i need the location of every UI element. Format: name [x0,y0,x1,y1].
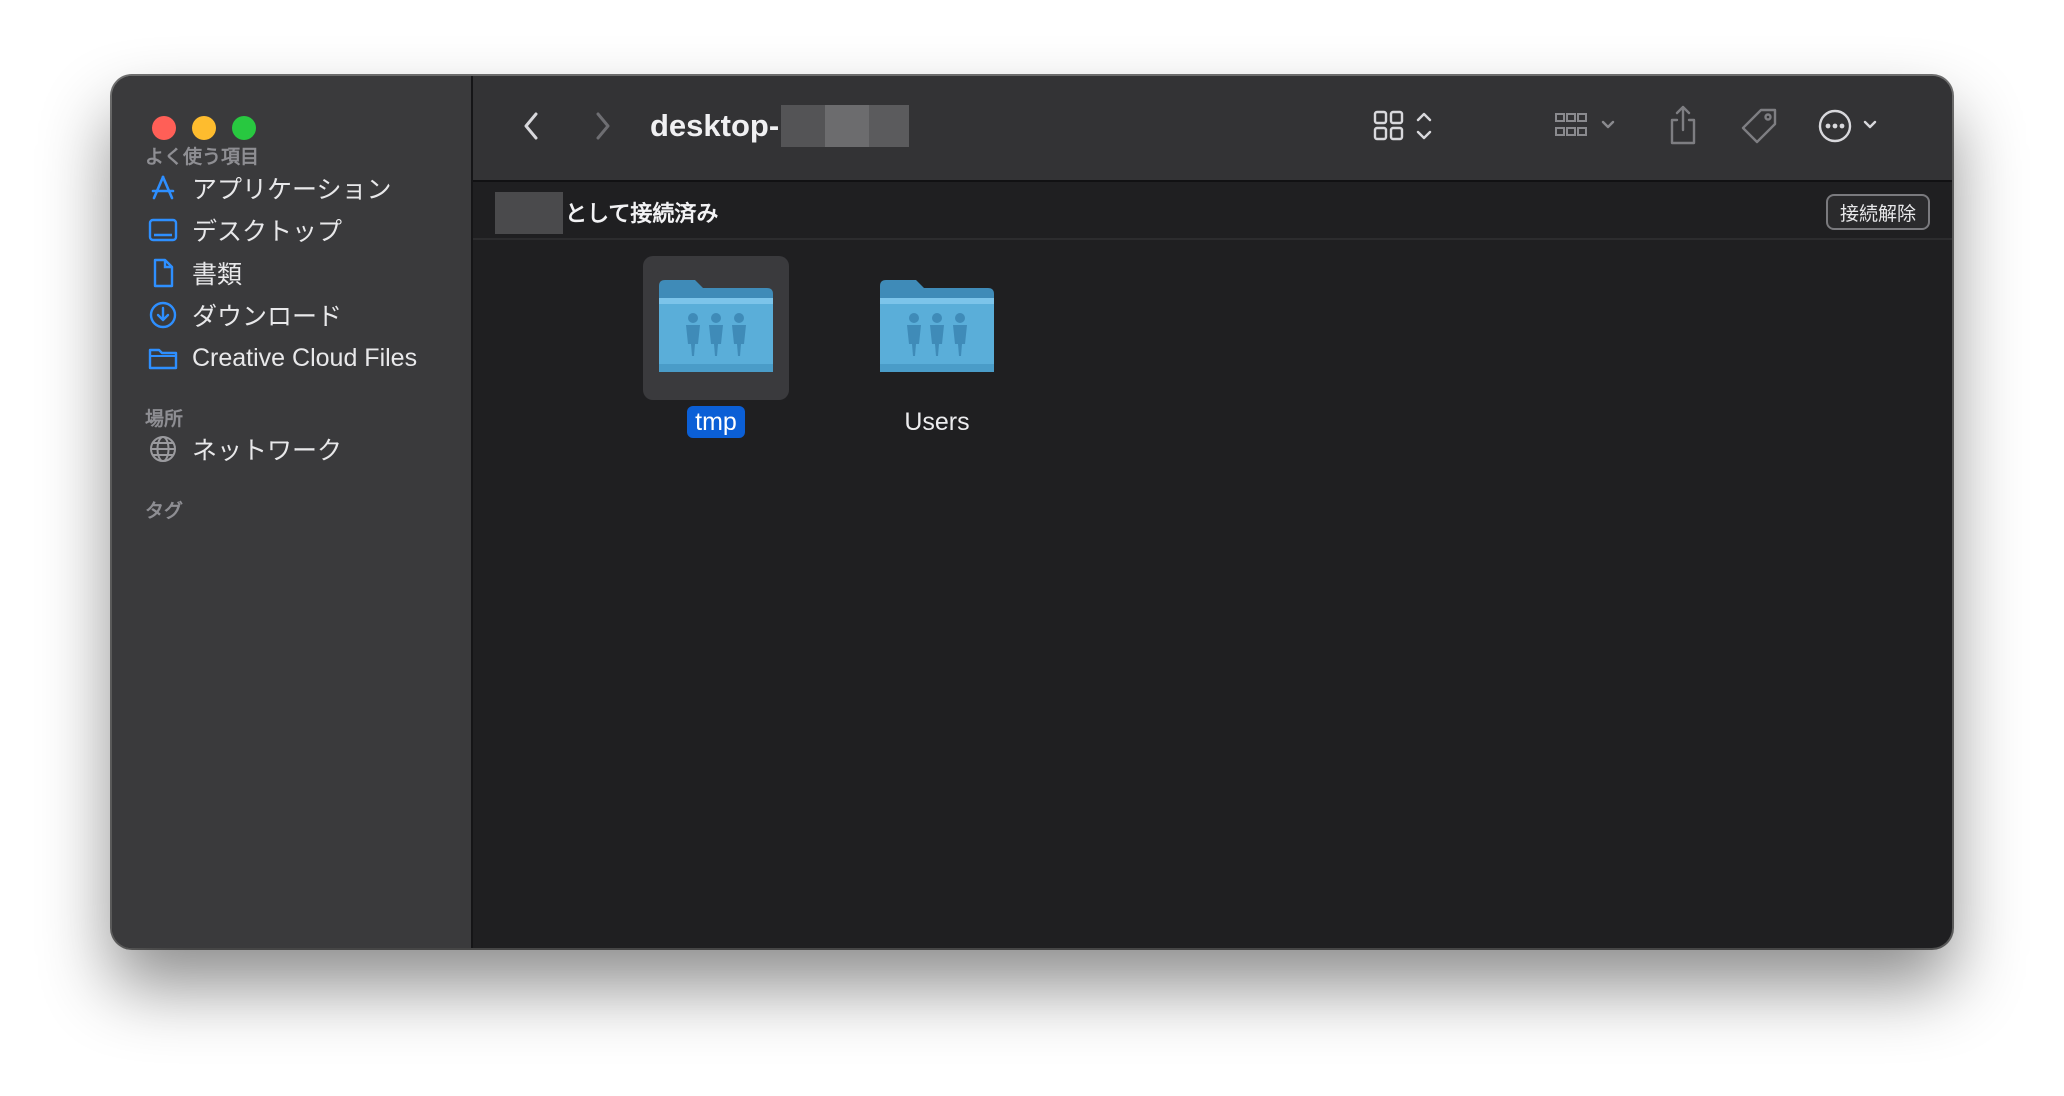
forward-button[interactable] [583,104,623,148]
finder-window: よく使う項目 アプリケーション デスクトップ 書類 ダウンロード Creativ… [112,76,1952,948]
ellipsis-circle-icon [1818,109,1877,143]
sidebar-item-label: Creative Cloud Files [192,343,418,372]
window-title: desktop- [650,104,910,148]
sidebar-item-creative-cloud-files[interactable]: Creative Cloud Files [112,334,471,382]
sidebar-item-documents[interactable]: 書類 [112,249,471,297]
group-icon [1555,113,1615,136]
redacted-block [495,192,563,234]
sidebar-item-applications[interactable]: アプリケーション [112,164,471,212]
applications-icon [148,173,178,203]
chevron-left-icon [524,112,538,140]
chevron-right-icon [596,112,610,140]
file-item-users[interactable]: Users [864,256,1010,456]
file-name-label: tmp [687,406,745,438]
sidebar-item-desktop[interactable]: デスクトップ [112,206,471,254]
shared-folder-icon [659,280,773,372]
desktop-icon [148,215,178,245]
document-icon [148,258,178,288]
title-text: desktop- [650,108,780,143]
share-button[interactable] [1663,100,1703,150]
download-icon [148,300,178,330]
sidebar-item-network[interactable]: ネットワーク [112,425,471,473]
back-button[interactable] [511,104,551,148]
redacted-block [781,105,826,147]
shared-folder-icon [880,280,994,372]
redacted-block [825,105,870,147]
sidebar-item-label: ネットワーク [192,437,343,465]
tag-button[interactable] [1737,102,1781,150]
redacted-block [869,105,910,147]
share-icon [1670,105,1696,145]
file-name: Users [864,408,1010,437]
main-area: desktop- として接続済み 接続解除 tmp Users [473,76,1952,948]
file-name-label: Users [904,408,970,436]
sidebar-item-label: ダウンロード [192,303,343,331]
zoom-button[interactable] [232,116,256,140]
toolbar: desktop- [473,76,1952,182]
sidebar-item-downloads[interactable]: ダウンロード [112,291,471,339]
minimize-button[interactable] [192,116,216,140]
group-button[interactable] [1553,104,1625,148]
tags-section-title: タグ [145,501,184,522]
tag-icon [1741,108,1777,144]
sidebar: よく使う項目 アプリケーション デスクトップ 書類 ダウンロード Creativ… [112,76,473,948]
close-button[interactable] [152,116,176,140]
view-mode-button[interactable] [1371,104,1441,148]
sidebar-item-label: デスクトップ [192,218,343,246]
file-name: tmp [643,406,789,438]
connection-status: として接続済み [565,201,719,226]
more-actions-button[interactable] [1815,102,1889,150]
network-icon [148,434,178,464]
sidebar-item-label: アプリケーション [192,176,392,204]
file-item-tmp[interactable]: tmp [643,256,789,456]
icon-grid-icon [1373,110,1432,141]
connection-bar: として接続済み 接続解除 [473,182,1952,240]
sidebar-item-label: 書類 [192,261,243,289]
disconnect-button[interactable]: 接続解除 [1825,194,1930,230]
folder-icon [148,343,178,373]
